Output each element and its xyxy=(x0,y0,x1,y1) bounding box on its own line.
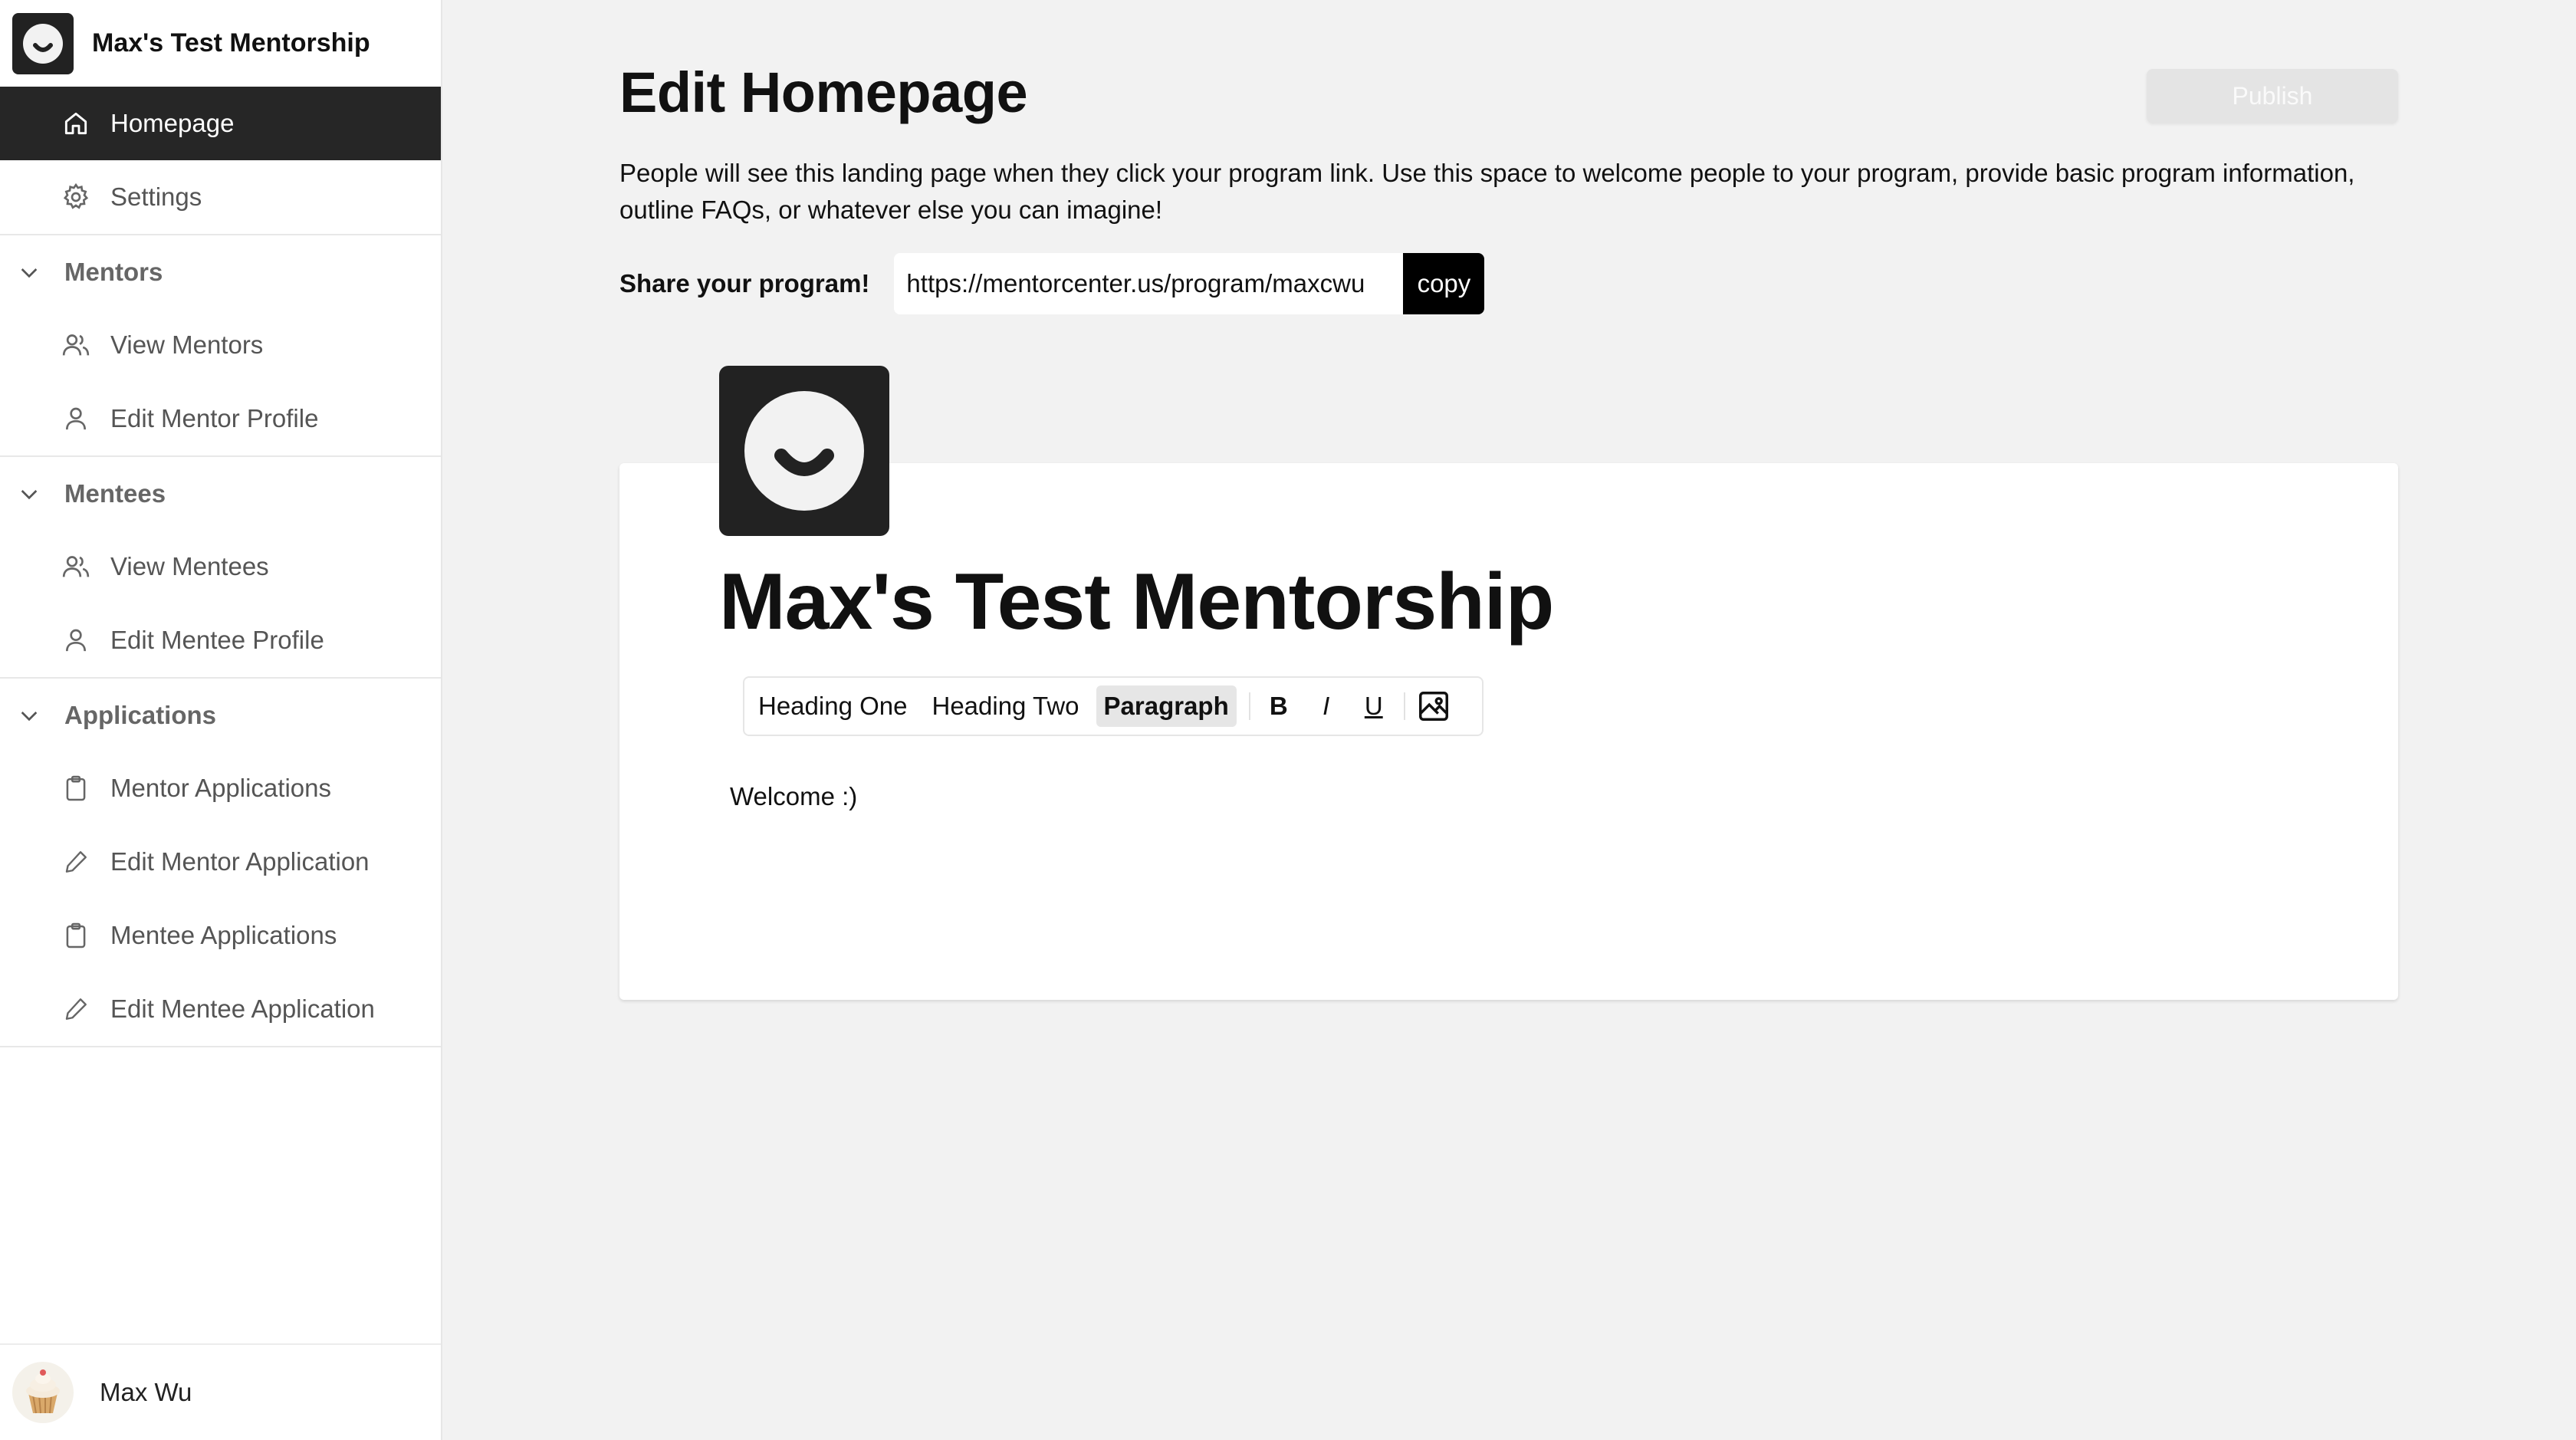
section-title: Mentees xyxy=(64,478,166,508)
sidebar-item-edit-mentee-application[interactable]: Edit Mentee Application xyxy=(0,972,441,1046)
sidebar-item-label: Edit Mentee Application xyxy=(110,995,375,1023)
sidebar-item-homepage[interactable]: Homepage xyxy=(0,87,441,160)
heading-one-button[interactable]: Heading One xyxy=(751,685,915,727)
page-title: Edit Homepage xyxy=(619,61,1028,124)
sidebar-item-label: Homepage xyxy=(110,109,235,137)
smile-logo-icon xyxy=(12,12,74,74)
cupcake-icon xyxy=(26,1369,60,1414)
smile-logo-icon xyxy=(744,391,864,511)
section-title: Mentors xyxy=(64,257,163,286)
section-toggle-applications[interactable]: Applications xyxy=(0,679,441,751)
user-profile[interactable]: Max Wu xyxy=(0,1343,441,1440)
sidebar-item-edit-mentor-profile[interactable]: Edit Mentor Profile xyxy=(0,382,441,455)
program-name: Max's Test Mentorship xyxy=(92,28,370,58)
sidebar-item-label: Edit Mentor Profile xyxy=(110,404,319,432)
publish-button[interactable]: Publish xyxy=(2147,69,2398,123)
sidebar-item-label: Mentor Applications xyxy=(110,774,331,802)
section-toggle-mentees[interactable]: Mentees xyxy=(0,457,441,530)
toolbar-divider xyxy=(1403,692,1405,720)
copy-button[interactable]: copy xyxy=(1403,253,1485,314)
sidebar-brand[interactable]: Max's Test Mentorship xyxy=(0,0,441,87)
sidebar-item-label: View Mentees xyxy=(110,552,269,580)
gear-icon xyxy=(60,181,92,213)
program-logo[interactable] xyxy=(719,366,889,536)
users-icon xyxy=(60,329,92,361)
image-icon xyxy=(1418,692,1448,721)
main-content: Edit Homepage Publish People will see th… xyxy=(442,0,2576,1440)
sidebar-item-edit-mentor-application[interactable]: Edit Mentor Application xyxy=(0,825,441,899)
sidebar-item-view-mentors[interactable]: View Mentors xyxy=(0,308,441,382)
sidebar-item-edit-mentee-profile[interactable]: Edit Mentee Profile xyxy=(0,603,441,677)
paragraph-button[interactable]: Paragraph xyxy=(1096,685,1237,727)
pencil-icon xyxy=(60,846,92,878)
home-icon xyxy=(60,107,92,140)
chevron-down-icon xyxy=(21,711,38,721)
chevron-down-icon xyxy=(21,268,38,278)
italic-button[interactable]: I xyxy=(1306,685,1347,727)
sidebar-item-view-mentees[interactable]: View Mentees xyxy=(0,530,441,603)
user-icon xyxy=(60,403,92,435)
toolbar-divider xyxy=(1248,692,1250,720)
bold-button[interactable]: B xyxy=(1258,685,1300,727)
heading-two-button[interactable]: Heading Two xyxy=(924,685,1086,727)
clipboard-icon xyxy=(60,919,92,952)
page-description: People will see this landing page when t… xyxy=(619,159,2355,224)
sidebar-item-mentor-applications[interactable]: Mentor Applications xyxy=(0,751,441,825)
editor-body-text[interactable]: Welcome :) xyxy=(730,782,857,811)
sidebar-item-mentee-applications[interactable]: Mentee Applications xyxy=(0,899,441,972)
chevron-down-icon xyxy=(21,489,38,499)
user-name: Max Wu xyxy=(100,1378,192,1406)
avatar xyxy=(12,1362,74,1423)
sidebar-item-label: View Mentors xyxy=(110,330,264,359)
share-row: Share your program! https://mentorcenter… xyxy=(619,253,1485,314)
user-icon xyxy=(60,624,92,656)
sidebar-item-label: Edit Mentee Profile xyxy=(110,626,324,654)
share-label: Share your program! xyxy=(619,269,870,298)
sidebar-item-label: Edit Mentor Application xyxy=(110,847,370,876)
sidebar: Max's Test Mentorship Homepage Settings … xyxy=(0,0,442,1440)
underline-button[interactable]: U xyxy=(1353,685,1395,727)
sidebar-item-label: Settings xyxy=(110,182,202,211)
program-title[interactable]: Max's Test Mentorship xyxy=(719,557,1554,648)
share-url-field[interactable]: https://mentorcenter.us/program/maxcwu xyxy=(894,253,1404,314)
users-icon xyxy=(60,551,92,583)
section-title: Applications xyxy=(64,700,217,729)
section-toggle-mentors[interactable]: Mentors xyxy=(0,235,441,308)
sidebar-item-settings[interactable]: Settings xyxy=(0,160,441,234)
clipboard-icon xyxy=(60,772,92,804)
pencil-icon xyxy=(60,993,92,1025)
insert-image-button[interactable] xyxy=(1413,685,1454,727)
divider xyxy=(0,1046,441,1047)
sidebar-item-label: Mentee Applications xyxy=(110,921,337,949)
editor-toolbar: Heading One Heading Two Paragraph B I U xyxy=(743,676,1484,736)
